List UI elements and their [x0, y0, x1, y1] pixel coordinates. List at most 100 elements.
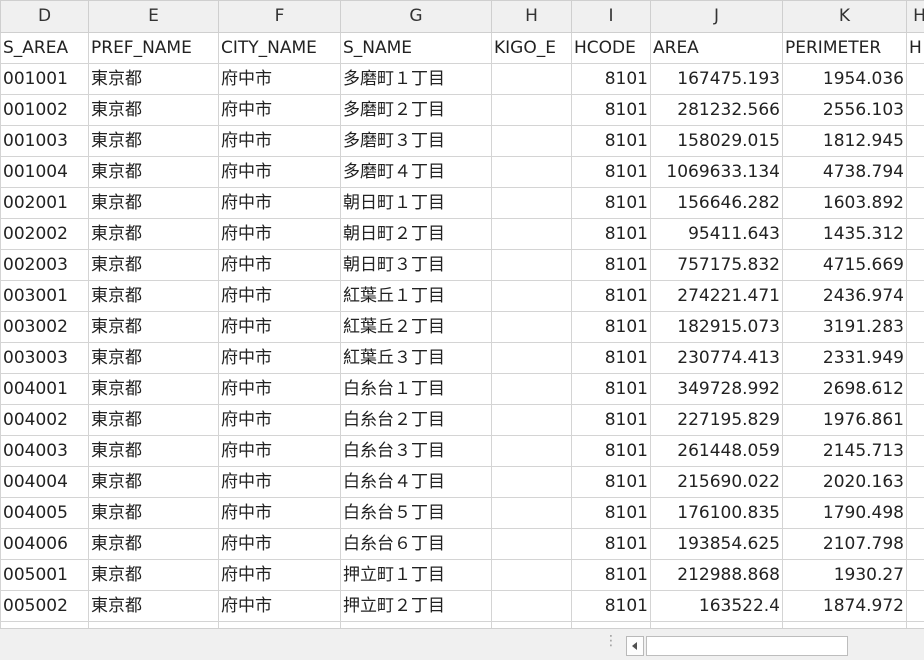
- table-cell[interactable]: 東京都: [88, 559, 219, 591]
- table-cell[interactable]: 8101: [571, 156, 651, 188]
- table-cell[interactable]: 府中市: [218, 497, 341, 529]
- table-cell[interactable]: [906, 559, 924, 591]
- table-cell[interactable]: 163522.4: [650, 590, 783, 622]
- table-cell[interactable]: 2020.163: [782, 466, 907, 498]
- table-cell[interactable]: [906, 466, 924, 498]
- table-cell[interactable]: 東京都: [88, 218, 219, 250]
- table-cell[interactable]: 8101: [571, 249, 651, 281]
- table-cell[interactable]: 2698.612: [782, 373, 907, 405]
- table-cell[interactable]: 8101: [571, 218, 651, 250]
- table-cell[interactable]: 1874.972: [782, 590, 907, 622]
- table-cell[interactable]: 1976.861: [782, 404, 907, 436]
- table-cell[interactable]: 004003: [0, 435, 89, 467]
- table-cell[interactable]: 1069633.134: [650, 156, 783, 188]
- column-header-j[interactable]: J: [650, 0, 783, 33]
- table-cell[interactable]: 4738.794: [782, 156, 907, 188]
- table-cell[interactable]: 8101: [571, 590, 651, 622]
- table-cell[interactable]: 府中市: [218, 125, 341, 157]
- table-cell[interactable]: 東京都: [88, 404, 219, 436]
- table-cell[interactable]: 8101: [571, 497, 651, 529]
- table-cell[interactable]: 東京都: [88, 63, 219, 95]
- table-cell[interactable]: 3191.283: [782, 311, 907, 343]
- table-cell[interactable]: 281232.566: [650, 94, 783, 126]
- table-cell[interactable]: 176100.835: [650, 497, 783, 529]
- table-cell[interactable]: [491, 373, 572, 405]
- table-cell[interactable]: 府中市: [218, 559, 341, 591]
- table-cell[interactable]: 2556.103: [782, 94, 907, 126]
- table-cell[interactable]: [491, 187, 572, 219]
- table-cell[interactable]: 8101: [571, 373, 651, 405]
- table-cell[interactable]: 8101: [571, 466, 651, 498]
- table-cell[interactable]: 東京都: [88, 280, 219, 312]
- table-cell[interactable]: 朝日町３丁目: [340, 249, 492, 281]
- table-cell[interactable]: 193854.625: [650, 528, 783, 560]
- column-header-h[interactable]: H: [906, 0, 924, 33]
- table-cell[interactable]: [906, 404, 924, 436]
- table-cell[interactable]: 府中市: [218, 435, 341, 467]
- table-cell[interactable]: [906, 497, 924, 529]
- field-name-cell[interactable]: PERIMETER: [782, 32, 907, 64]
- table-cell[interactable]: 8101: [571, 559, 651, 591]
- table-cell[interactable]: 多磨町４丁目: [340, 156, 492, 188]
- table-cell[interactable]: 府中市: [218, 218, 341, 250]
- scroll-left-button[interactable]: [626, 636, 644, 656]
- table-cell[interactable]: 004006: [0, 528, 89, 560]
- table-cell[interactable]: [491, 156, 572, 188]
- table-cell[interactable]: [491, 280, 572, 312]
- table-cell[interactable]: [906, 94, 924, 126]
- table-cell[interactable]: 002003: [0, 249, 89, 281]
- table-cell[interactable]: 004004: [0, 466, 89, 498]
- table-cell[interactable]: 府中市: [218, 528, 341, 560]
- table-cell[interactable]: 東京都: [88, 497, 219, 529]
- table-cell[interactable]: 府中市: [218, 373, 341, 405]
- table-cell[interactable]: 紅葉丘１丁目: [340, 280, 492, 312]
- table-cell[interactable]: [491, 435, 572, 467]
- table-cell[interactable]: 白糸台２丁目: [340, 404, 492, 436]
- table-cell[interactable]: [906, 311, 924, 343]
- table-cell[interactable]: 1812.945: [782, 125, 907, 157]
- table-cell[interactable]: 1603.892: [782, 187, 907, 219]
- table-cell[interactable]: 府中市: [218, 156, 341, 188]
- table-cell[interactable]: 多磨町２丁目: [340, 94, 492, 126]
- table-cell[interactable]: 8101: [571, 125, 651, 157]
- horizontal-scrollbar[interactable]: ⋮: [0, 628, 924, 660]
- table-cell[interactable]: 東京都: [88, 590, 219, 622]
- table-cell[interactable]: 府中市: [218, 590, 341, 622]
- table-cell[interactable]: 多磨町１丁目: [340, 63, 492, 95]
- table-cell[interactable]: 東京都: [88, 466, 219, 498]
- table-cell[interactable]: 府中市: [218, 466, 341, 498]
- table-cell[interactable]: 朝日町１丁目: [340, 187, 492, 219]
- table-cell[interactable]: [906, 156, 924, 188]
- table-cell[interactable]: 東京都: [88, 342, 219, 374]
- table-cell[interactable]: 8101: [571, 187, 651, 219]
- table-cell[interactable]: [906, 280, 924, 312]
- table-cell[interactable]: 95411.643: [650, 218, 783, 250]
- table-cell[interactable]: [906, 342, 924, 374]
- table-cell[interactable]: 1790.498: [782, 497, 907, 529]
- table-cell[interactable]: 東京都: [88, 373, 219, 405]
- table-cell[interactable]: 158029.015: [650, 125, 783, 157]
- table-cell[interactable]: 8101: [571, 94, 651, 126]
- split-grip-icon[interactable]: ⋮: [604, 634, 618, 654]
- table-cell[interactable]: 182915.073: [650, 311, 783, 343]
- table-cell[interactable]: [906, 249, 924, 281]
- table-cell[interactable]: [906, 435, 924, 467]
- table-cell[interactable]: [491, 466, 572, 498]
- table-cell[interactable]: 004002: [0, 404, 89, 436]
- table-cell[interactable]: [491, 559, 572, 591]
- column-header-e[interactable]: E: [88, 0, 219, 33]
- table-cell[interactable]: 東京都: [88, 435, 219, 467]
- table-cell[interactable]: 001001: [0, 63, 89, 95]
- table-cell[interactable]: 東京都: [88, 187, 219, 219]
- table-cell[interactable]: 005002: [0, 590, 89, 622]
- table-cell[interactable]: 多磨町３丁目: [340, 125, 492, 157]
- table-cell[interactable]: [491, 590, 572, 622]
- field-name-cell[interactable]: S_AREA: [0, 32, 89, 64]
- table-cell[interactable]: 東京都: [88, 156, 219, 188]
- table-cell[interactable]: [906, 590, 924, 622]
- table-cell[interactable]: [491, 125, 572, 157]
- table-cell[interactable]: 1954.036: [782, 63, 907, 95]
- table-cell[interactable]: 府中市: [218, 249, 341, 281]
- table-cell[interactable]: 230774.413: [650, 342, 783, 374]
- table-cell[interactable]: 押立町１丁目: [340, 559, 492, 591]
